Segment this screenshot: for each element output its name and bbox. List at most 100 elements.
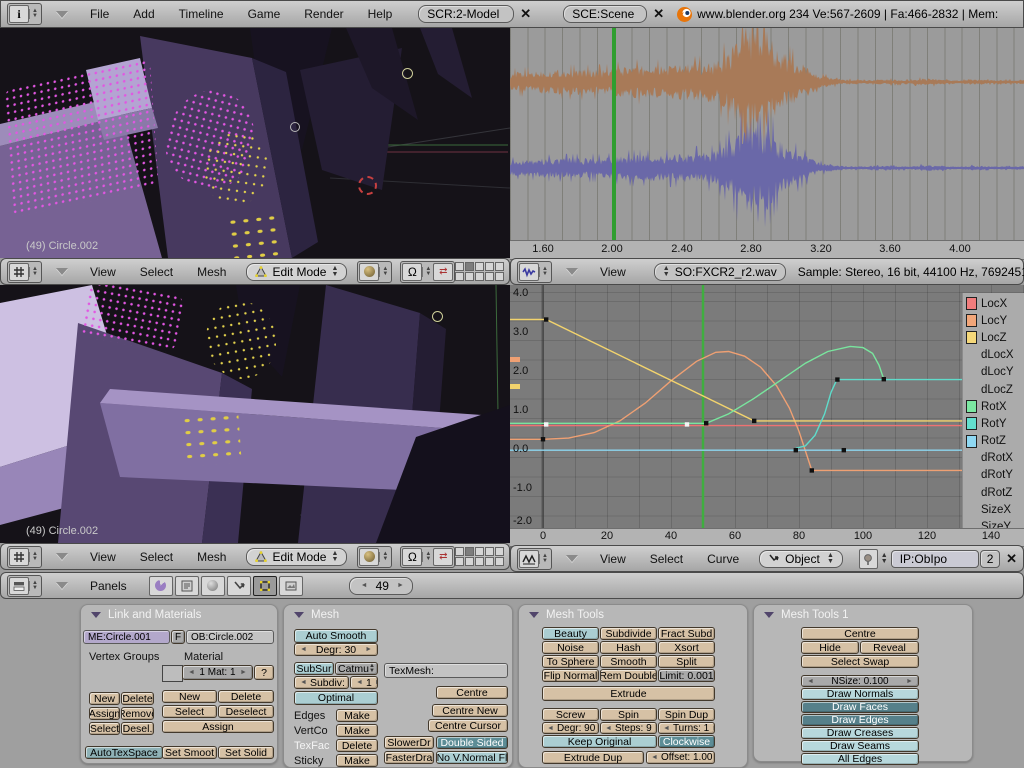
- material-new-button[interactable]: New: [162, 690, 217, 703]
- ipo-channel[interactable]: SizeX: [963, 501, 1024, 518]
- scene-context-icon[interactable]: [279, 576, 303, 596]
- proportional-edit-button[interactable]: Ω ▲▼ ⇄: [400, 261, 455, 283]
- texmesh-field[interactable]: TexMesh:: [384, 663, 508, 678]
- fract-subd-button[interactable]: Fract Subd: [658, 627, 715, 640]
- menu-view[interactable]: View: [78, 265, 128, 279]
- ipo-channel[interactable]: LocX: [963, 295, 1024, 312]
- autotexspace-toggle[interactable]: AutoTexSpace: [85, 746, 163, 759]
- material-help-button[interactable]: ?: [254, 665, 274, 680]
- vertcol-make-button[interactable]: Make: [336, 724, 378, 737]
- texface-delete-button[interactable]: Delete: [336, 739, 378, 752]
- ipo-channel[interactable]: LocZ: [963, 329, 1024, 346]
- subdiv-stepper[interactable]: ◄Subdiv: 1►: [294, 676, 349, 689]
- audio-waveform-area[interactable]: [510, 28, 1024, 240]
- material-delete-button[interactable]: Delete: [218, 690, 274, 703]
- window-type-button[interactable]: i ▲▼: [7, 3, 42, 25]
- smooth-button[interactable]: Smooth: [600, 655, 657, 668]
- screen-close-button[interactable]: ✕: [514, 6, 537, 22]
- header-collapse-icon[interactable]: [56, 268, 68, 275]
- menu-select[interactable]: Select: [128, 265, 185, 279]
- header-collapse-icon[interactable]: [56, 553, 68, 560]
- limit-slider[interactable]: Limit: 0.001: [658, 669, 715, 682]
- spin-dup-button[interactable]: Spin Dup: [658, 708, 715, 721]
- hide-button[interactable]: Hide: [801, 641, 859, 654]
- clockwise-toggle[interactable]: Clockwise: [658, 735, 715, 748]
- ipo-channel[interactable]: RotY: [963, 415, 1024, 432]
- panel-collapse-icon[interactable]: [294, 612, 304, 618]
- vgroup-new-button[interactable]: New: [89, 692, 120, 705]
- draw-normals-toggle[interactable]: Draw Normals: [801, 688, 919, 700]
- ipo-channel[interactable]: dLocZ: [963, 381, 1024, 398]
- menu-game[interactable]: Game: [236, 7, 293, 21]
- ipo-curve-area[interactable]: 4.0 3.0 2.0 1.0 0.0 -1.0 -2.0 LocX LocY …: [510, 285, 1024, 528]
- 3d-viewport-top[interactable]: (49) Circle.002: [0, 28, 511, 258]
- menu-collapse-icon[interactable]: [56, 11, 68, 18]
- fake-user-button[interactable]: F: [171, 630, 185, 644]
- ipo-channel[interactable]: RotZ: [963, 433, 1024, 450]
- scene-close-button[interactable]: ✕: [647, 6, 670, 22]
- header-collapse-icon[interactable]: [566, 268, 578, 275]
- frame-increment-icon[interactable]: ►: [394, 582, 407, 589]
- menu-file[interactable]: File: [78, 7, 121, 21]
- hash-button[interactable]: Hash: [600, 641, 657, 654]
- vgroup-deselect-button[interactable]: Desel.: [121, 722, 154, 735]
- subsurf-type-dropdown[interactable]: Catmu▲▼: [335, 662, 378, 675]
- editor-type-button[interactable]: ▲▼: [517, 548, 552, 570]
- set-solid-button[interactable]: Set Solid: [218, 746, 274, 759]
- nsize-stepper[interactable]: ◄NSize: 0.100►: [801, 675, 919, 687]
- centre-new-button[interactable]: Centre New: [432, 704, 508, 717]
- mesh-datablock-field[interactable]: ME:Circle.001: [83, 630, 170, 644]
- menu-view[interactable]: View: [588, 265, 638, 279]
- menu-select[interactable]: Select: [128, 550, 185, 564]
- double-sided-toggle[interactable]: Double Sided: [436, 736, 508, 749]
- ipo-channel[interactable]: dLocY: [963, 364, 1024, 381]
- script-context-icon[interactable]: [175, 576, 199, 596]
- audio-playhead[interactable]: [612, 28, 616, 240]
- degr90-stepper[interactable]: ◄Degr: 90►: [542, 722, 599, 734]
- ipo-channel[interactable]: SizeY: [963, 518, 1024, 528]
- ipo-channel[interactable]: dRotZ: [963, 484, 1024, 501]
- panel-collapse-icon[interactable]: [764, 612, 774, 618]
- ipo-channel[interactable]: dRotX: [963, 450, 1024, 467]
- offset-stepper[interactable]: ◄Offset: 1.00►: [646, 751, 715, 764]
- xsort-button[interactable]: Xsort: [658, 641, 715, 654]
- panel-collapse-icon[interactable]: [91, 612, 101, 618]
- subsurf-toggle[interactable]: SubSur: [294, 662, 334, 675]
- keep-original-toggle[interactable]: Keep Original: [542, 735, 657, 748]
- auto-smooth-toggle[interactable]: Auto Smooth: [294, 629, 378, 643]
- to-sphere-button[interactable]: To Sphere: [542, 655, 599, 668]
- menu-help[interactable]: Help: [356, 7, 405, 21]
- material-assign-button[interactable]: Assign: [162, 720, 274, 733]
- spin-button[interactable]: Spin: [600, 708, 657, 721]
- set-smooth-button[interactable]: Set Smoot: [162, 746, 217, 759]
- ipo-browse-stepper[interactable]: ▲▼: [881, 553, 888, 565]
- editor-type-button[interactable]: ▲▼: [7, 546, 42, 568]
- centre-cursor-button[interactable]: Centre Cursor: [428, 719, 508, 732]
- object-context-icon[interactable]: [227, 576, 251, 596]
- vgroup-delete-button[interactable]: Delete: [121, 692, 154, 705]
- menu-view[interactable]: View: [78, 550, 128, 564]
- degr-stepper[interactable]: ◄Degr: 30►: [294, 643, 378, 656]
- shading-context-icon[interactable]: [201, 576, 225, 596]
- slower-draw-button[interactable]: SlowerDr: [384, 736, 434, 749]
- draw-faces-toggle[interactable]: Draw Faces: [801, 701, 919, 713]
- editor-type-button[interactable]: ▲▼: [7, 261, 42, 283]
- select-swap-button[interactable]: Select Swap: [801, 655, 919, 668]
- extrude-dup-button[interactable]: Extrude Dup: [542, 751, 644, 764]
- screen-selector[interactable]: SCR:2-Model: [418, 5, 514, 23]
- ipo-channel[interactable]: dLocX: [963, 347, 1024, 364]
- no-vnormal-flip-toggle[interactable]: No V.Normal Fl: [436, 751, 508, 764]
- editing-context-icon[interactable]: [253, 576, 277, 596]
- draw-mode-button[interactable]: ▲▼: [357, 546, 392, 568]
- ipo-users-button[interactable]: 2: [980, 550, 1000, 568]
- draw-mode-button[interactable]: ▲▼: [357, 261, 392, 283]
- panel-collapse-icon[interactable]: [529, 612, 539, 618]
- beauty-toggle[interactable]: Beauty: [542, 627, 599, 640]
- menu-view[interactable]: View: [588, 552, 638, 566]
- extrude-button[interactable]: Extrude: [542, 686, 715, 701]
- mode-selector[interactable]: Edit Mode▲▼: [246, 548, 347, 566]
- steps-stepper[interactable]: ◄Steps: 9►: [600, 722, 657, 734]
- header-collapse-icon[interactable]: [56, 582, 68, 589]
- vgroup-select-button[interactable]: Select: [89, 722, 120, 735]
- rem-double-button[interactable]: Rem Double: [600, 669, 657, 682]
